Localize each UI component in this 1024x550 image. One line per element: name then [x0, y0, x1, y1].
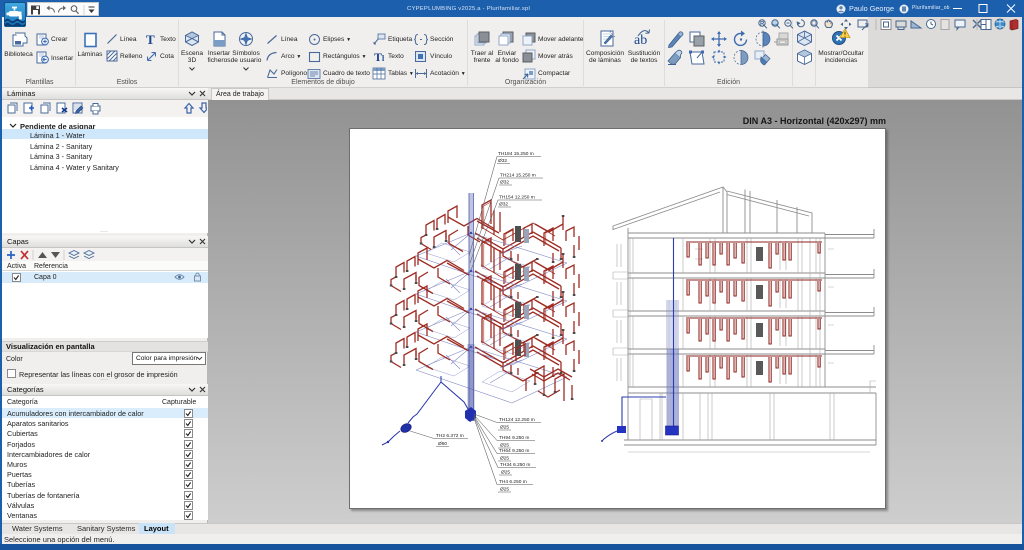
- svg-text:Ø25: Ø25: [500, 456, 509, 462]
- svg-text:R: R: [760, 22, 765, 28]
- svg-text:Ø25: Ø25: [500, 443, 509, 449]
- svg-text:TH64 9.250 m: TH64 9.250 m: [499, 448, 529, 454]
- svg-text:Ø32: Ø32: [499, 202, 508, 208]
- svg-text:Ø32: Ø32: [500, 180, 509, 186]
- svg-text:Ø60: Ø60: [438, 441, 447, 447]
- svg-text:TH4 6.250 m: TH4 6.250 m: [499, 479, 527, 485]
- svg-text:TH34 6.250 m: TH34 6.250 m: [500, 462, 530, 468]
- svg-text:TH214 15.250 m: TH214 15.250 m: [500, 173, 536, 179]
- svg-text:Ø32: Ø32: [498, 158, 507, 164]
- svg-text:TH124 12.250 m: TH124 12.250 m: [499, 417, 535, 423]
- svg-text:TH94 9.250 m: TH94 9.250 m: [499, 435, 529, 441]
- svg-text:TH154 12.250 m: TH154 12.250 m: [499, 195, 535, 201]
- svg-text:Ø25: Ø25: [500, 487, 509, 493]
- svg-text:TH2 6.372 m: TH2 6.372 m: [436, 433, 464, 439]
- svg-text:Ø25: Ø25: [500, 425, 509, 431]
- svg-text:Ø25: Ø25: [501, 470, 510, 476]
- svg-text:TH184 15.250 m: TH184 15.250 m: [498, 151, 534, 157]
